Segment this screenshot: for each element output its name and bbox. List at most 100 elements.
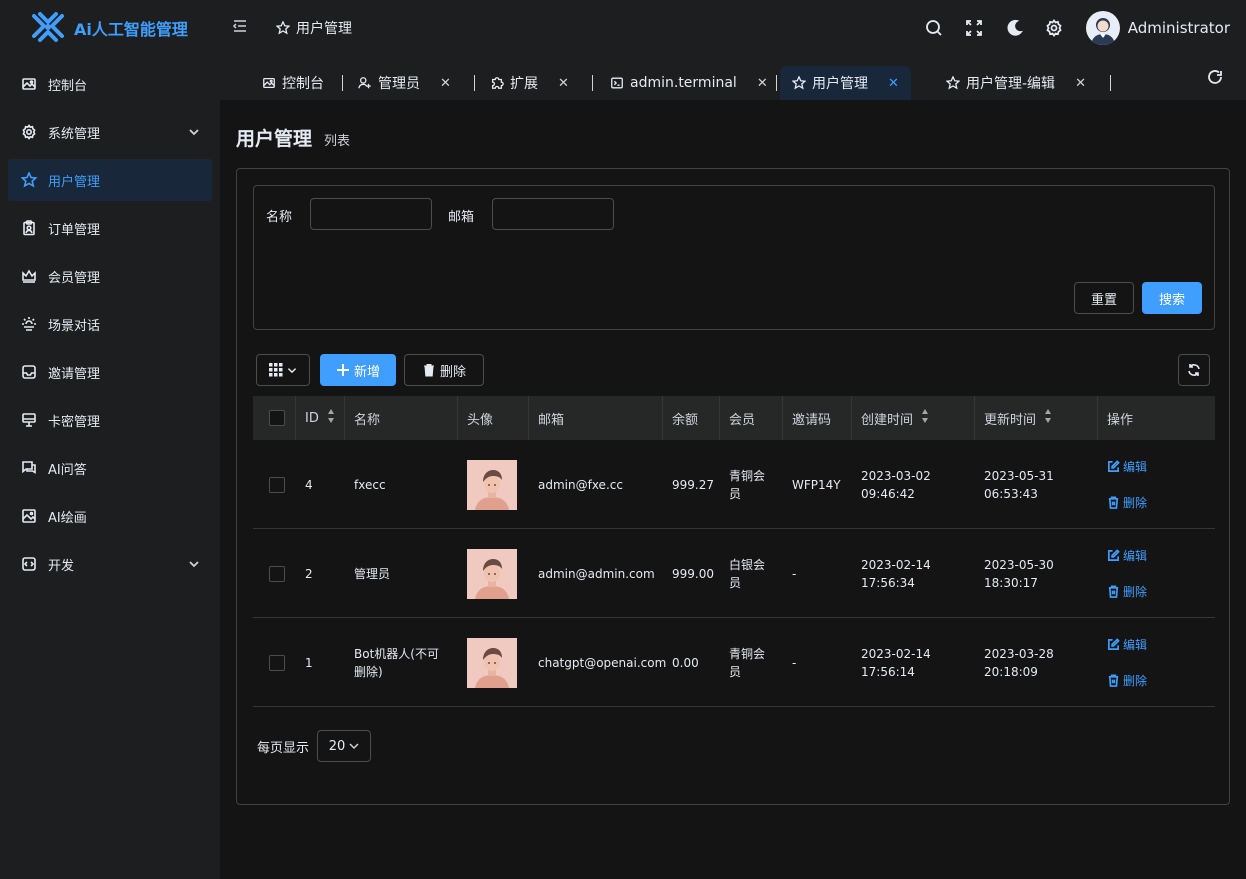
column-header[interactable]: ID — [295, 396, 335, 440]
cell-id: 1 — [295, 618, 335, 707]
sidebar-item-5[interactable]: 场景对话 — [0, 300, 220, 348]
plus-icon — [336, 364, 349, 376]
chevron-down-icon[interactable] — [188, 558, 200, 570]
sidebar-item-1[interactable]: 系统管理 — [0, 108, 220, 156]
delete-button[interactable]: 删除 — [1107, 494, 1147, 512]
grid-icon — [269, 363, 283, 377]
avatar — [1085, 11, 1120, 45]
sort-icon[interactable] — [921, 409, 929, 427]
column-divider — [662, 396, 663, 440]
select-all-checkbox[interactable] — [269, 410, 285, 426]
edit-label: 编辑 — [1123, 548, 1148, 563]
menu-collapse-icon[interactable] — [232, 18, 248, 34]
tab-label: 用户管理 — [812, 76, 868, 92]
settings-gear-icon[interactable] — [1034, 10, 1074, 46]
sidebar-item-label: 场景对话 — [48, 318, 101, 334]
column-divider — [295, 396, 296, 440]
cell-balance-value: 999.00 — [672, 566, 714, 581]
sidebar-item-6[interactable]: 邀请管理 — [0, 348, 220, 396]
delete-button[interactable]: 删除 — [1107, 672, 1147, 690]
tab-0[interactable]: 控制台 — [250, 66, 336, 100]
list-card: 名称 邮箱 重置 搜索 新增 删除 ID 名称 头像 邮箱 余额 会员 邀请码 创建时间 更新时… — [236, 168, 1230, 805]
fullscreen-icon[interactable] — [954, 10, 994, 46]
clipboard-icon — [20, 219, 38, 237]
sidebar-item-2[interactable]: 用户管理 — [8, 159, 212, 201]
edit-button[interactable]: 编辑 — [1107, 458, 1147, 476]
column-divider — [457, 396, 458, 440]
edit-button[interactable]: 编辑 — [1107, 636, 1147, 654]
cell-email-value: chatgpt@openai.com — [538, 655, 667, 670]
row-checkbox[interactable] — [269, 476, 285, 493]
image-icon — [20, 75, 38, 93]
sidebar-item-10[interactable]: 开发 — [0, 540, 220, 588]
sort-icon[interactable] — [1044, 409, 1052, 427]
chat-icon — [20, 459, 38, 477]
tab-5[interactable]: 用户管理-编辑 ✕ — [934, 66, 1098, 100]
delete-button[interactable]: 删除 — [1107, 583, 1147, 601]
cell-id: 2 — [295, 529, 335, 618]
page-size-select[interactable]: 20 — [317, 730, 372, 762]
email-filter-input[interactable] — [492, 198, 614, 230]
sidebar-item-9[interactable]: AI绘画 — [0, 492, 220, 540]
user-star-icon — [946, 76, 960, 90]
add-button[interactable]: 新增 — [320, 354, 396, 386]
cell-updated: 2023-05-30 18:30:17 — [974, 529, 1084, 618]
logo-text: Ai人工智能管理 — [74, 20, 188, 39]
sidebar-item-3[interactable]: 订单管理 — [0, 204, 220, 252]
cell-id: 4 — [295, 440, 335, 529]
tab-4[interactable]: 用户管理 ✕ — [780, 66, 911, 100]
terminal-icon — [610, 76, 624, 90]
name-filter-input[interactable] — [310, 198, 432, 230]
dark-mode-icon[interactable] — [994, 10, 1034, 46]
column-settings-button[interactable] — [256, 354, 310, 386]
cell-member-value: 青铜会员 — [729, 468, 766, 501]
monitor-icon — [20, 411, 38, 429]
actions-cell: 编辑 删除 — [1097, 440, 1147, 529]
chevron-down-icon — [349, 743, 359, 750]
edit-button[interactable]: 编辑 — [1107, 547, 1147, 565]
column-header-label: ID — [305, 410, 319, 426]
search-button[interactable]: 搜索 — [1142, 282, 1202, 314]
cell-member-value: 白银会员 — [729, 557, 766, 590]
refresh-icon[interactable] — [1206, 68, 1224, 86]
column-divider — [1097, 396, 1098, 440]
close-icon[interactable]: ✕ — [757, 76, 768, 91]
topbar: 用户管理 Administrator — [220, 0, 1246, 56]
app-logo[interactable]: Ai人工智能管理 — [30, 10, 188, 46]
table-refresh-button[interactable] — [1178, 354, 1210, 386]
column-header[interactable]: 创建时间 — [851, 396, 929, 440]
column-header-label: 更新时间 — [984, 412, 1037, 428]
column-header: 余额 — [662, 396, 698, 440]
search-icon[interactable] — [914, 10, 954, 46]
tab-divider — [342, 75, 343, 91]
cell-updated: 2023-03-28 20:18:09 — [974, 618, 1084, 707]
row-select-cell — [259, 618, 285, 707]
cell-invite: - — [782, 618, 842, 707]
tab-1[interactable]: 管理员 ✕ — [346, 66, 463, 100]
row-select-cell — [259, 440, 285, 529]
tab-2[interactable]: 扩展 ✕ — [478, 66, 581, 100]
chevron-down-icon[interactable] — [188, 126, 200, 138]
topbar-actions: Administrator — [914, 10, 1230, 46]
row-checkbox[interactable] — [269, 654, 285, 671]
sort-icon[interactable] — [327, 409, 335, 427]
close-icon[interactable]: ✕ — [888, 76, 899, 91]
sidebar-item-4[interactable]: 会员管理 — [0, 252, 220, 300]
sidebar-item-0[interactable]: 控制台 — [0, 60, 220, 108]
sidebar-item-label: AI问答 — [48, 462, 87, 478]
cell-created-value: 2023-03-02 09:46:42 — [861, 468, 931, 501]
column-header[interactable]: 更新时间 — [974, 396, 1052, 440]
table-row: 1 Bot机器人(不可删除) chatgpt@openai.com 0.00 青铜会员 -… — [253, 618, 1215, 707]
close-icon[interactable]: ✕ — [1075, 76, 1086, 91]
sidebar-item-8[interactable]: AI问答 — [0, 444, 220, 492]
cell-name-value: fxecc — [354, 477, 386, 492]
user-menu[interactable]: Administrator — [1085, 11, 1230, 45]
row-checkbox[interactable] — [269, 565, 285, 582]
batch-delete-button[interactable]: 删除 — [404, 354, 484, 386]
close-icon[interactable]: ✕ — [440, 76, 451, 91]
close-icon[interactable]: ✕ — [558, 76, 569, 91]
tab-3[interactable]: admin.terminal ✕ — [598, 66, 780, 100]
reset-button[interactable]: 重置 — [1074, 282, 1134, 314]
cell-balance-value: 0.00 — [672, 655, 699, 670]
sidebar-item-7[interactable]: 卡密管理 — [0, 396, 220, 444]
